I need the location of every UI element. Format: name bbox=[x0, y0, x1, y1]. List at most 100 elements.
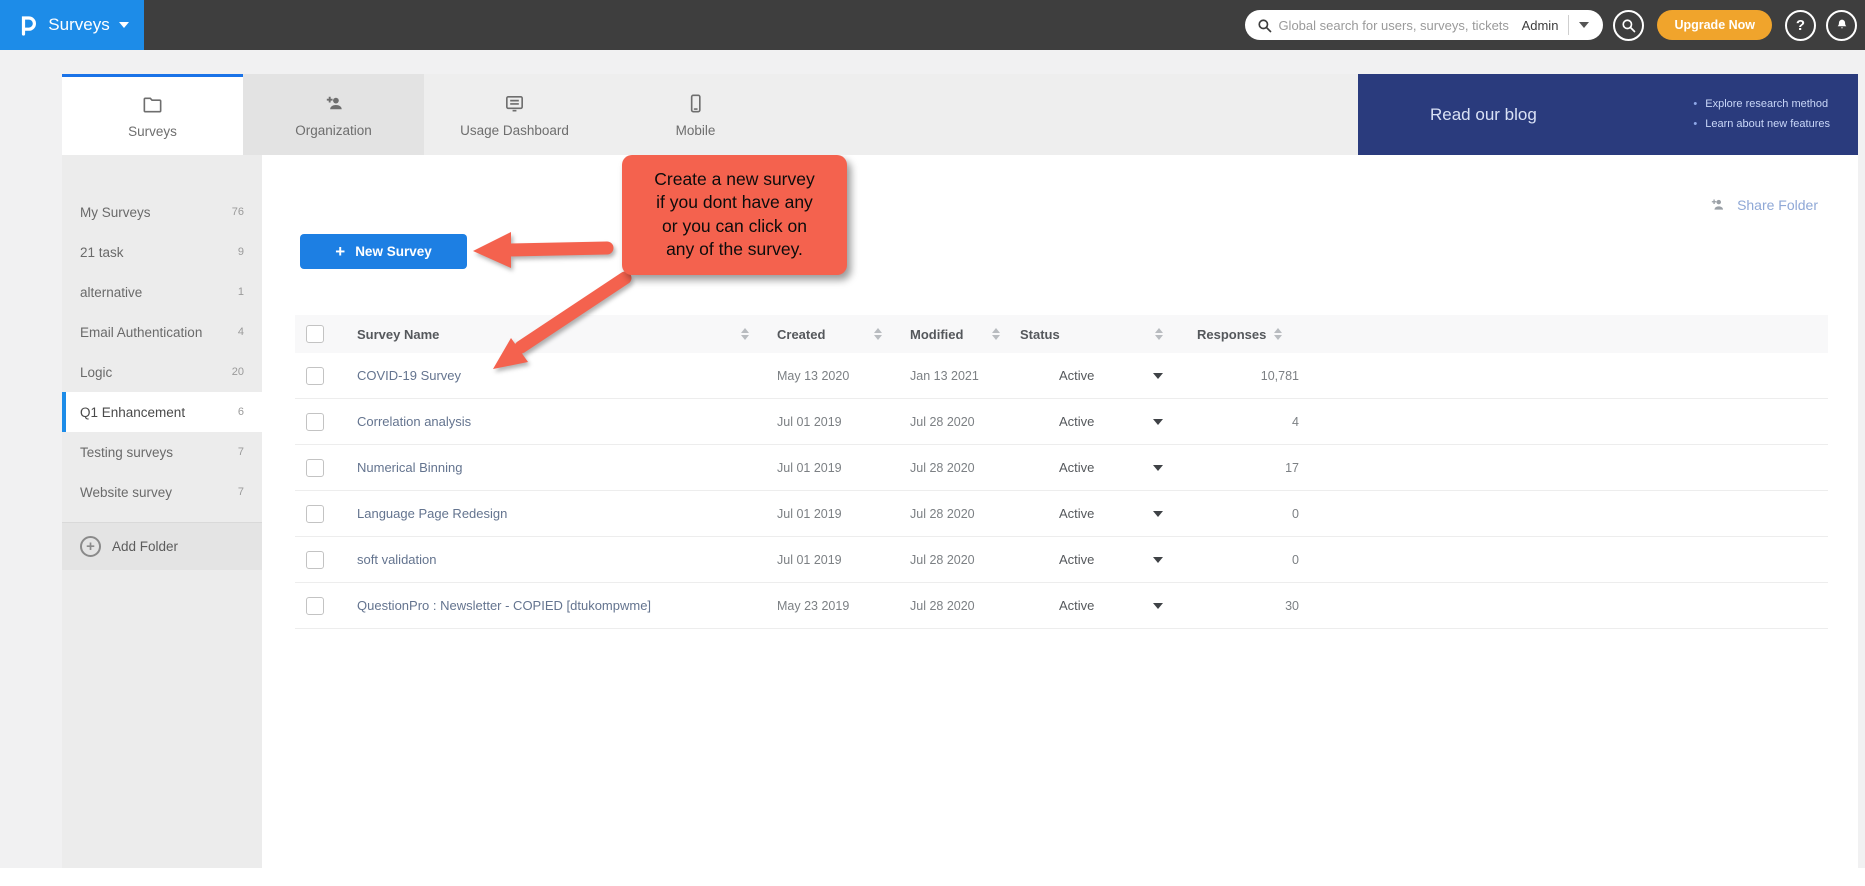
status-value: Active bbox=[1020, 460, 1094, 475]
sidebar-item-email-authentication[interactable]: Email Authentication 4 bbox=[62, 312, 262, 352]
upgrade-now-button[interactable]: Upgrade Now bbox=[1657, 10, 1772, 40]
survey-name-link[interactable]: Language Page Redesign bbox=[357, 506, 507, 521]
sort-icon[interactable] bbox=[1155, 328, 1163, 340]
blog-bullet-link[interactable]: Explore research method bbox=[1693, 95, 1830, 115]
column-label: Responses bbox=[1197, 327, 1266, 342]
notifications-button[interactable] bbox=[1826, 10, 1857, 41]
sidebar-item-testing-surveys[interactable]: Testing surveys 7 bbox=[62, 432, 262, 472]
add-people-icon bbox=[322, 92, 346, 115]
table-row[interactable]: Numerical Binning Jul 01 2019 Jul 28 202… bbox=[295, 445, 1828, 491]
share-folder-label: Share Folder bbox=[1737, 197, 1818, 213]
modified-date: Jan 13 2021 bbox=[910, 369, 979, 383]
tab-usage-dashboard[interactable]: Usage Dashboard bbox=[424, 74, 605, 155]
table-row[interactable]: QuestionPro : Newsletter - COPIED [dtuko… bbox=[295, 583, 1828, 629]
row-checkbox[interactable] bbox=[306, 505, 324, 523]
folder-count: 76 bbox=[232, 206, 244, 218]
folder-count: 20 bbox=[232, 366, 244, 378]
search-icon bbox=[1621, 18, 1636, 33]
status-value: Active bbox=[1020, 368, 1094, 383]
table-row[interactable]: Correlation analysis Jul 01 2019 Jul 28 … bbox=[295, 399, 1828, 445]
column-label: Status bbox=[1020, 327, 1060, 342]
responses-count: 30 bbox=[1197, 599, 1301, 613]
column-label: Survey Name bbox=[357, 327, 439, 342]
table-row[interactable]: soft validation Jul 01 2019 Jul 28 2020 … bbox=[295, 537, 1828, 583]
responses-count: 10,781 bbox=[1197, 369, 1301, 383]
sidebar-item-q1-enhancement[interactable]: Q1 Enhancement 6 bbox=[62, 392, 262, 432]
status-dropdown-icon[interactable] bbox=[1153, 373, 1163, 379]
sidebar-item-21-task[interactable]: 21 task 9 bbox=[62, 232, 262, 272]
responses-count: 17 bbox=[1197, 461, 1301, 475]
sidebar-item-logic[interactable]: Logic 20 bbox=[62, 352, 262, 392]
sidebar-item-alternative[interactable]: alternative 1 bbox=[62, 272, 262, 312]
search-button[interactable] bbox=[1613, 10, 1644, 41]
status-dropdown-icon[interactable] bbox=[1153, 465, 1163, 471]
plus-icon: + bbox=[335, 242, 345, 262]
survey-name-link[interactable]: COVID-19 Survey bbox=[357, 368, 461, 383]
add-folder-label: Add Folder bbox=[112, 539, 178, 554]
annotation-callout: Create a new survey if you dont have any… bbox=[622, 155, 847, 275]
app-window: Surveys Admin bbox=[0, 0, 1865, 886]
tab-label: Surveys bbox=[128, 124, 177, 139]
created-date: May 13 2020 bbox=[777, 369, 849, 383]
module-tabs: Surveys Organization Usage Dashboard M bbox=[62, 74, 1858, 155]
new-survey-label: New Survey bbox=[355, 244, 432, 259]
table-row[interactable]: COVID-19 Survey May 13 2020 Jan 13 2021 … bbox=[295, 353, 1828, 399]
header-modified: Modified bbox=[888, 327, 1006, 342]
folder-icon bbox=[141, 93, 164, 116]
created-date: Jul 01 2019 bbox=[777, 507, 842, 521]
survey-name-link[interactable]: Numerical Binning bbox=[357, 460, 463, 475]
modified-date: Jul 28 2020 bbox=[910, 553, 975, 567]
survey-name-link[interactable]: Correlation analysis bbox=[357, 414, 471, 429]
share-folder-button[interactable]: Share Folder bbox=[1707, 195, 1818, 215]
sidebar-item-my-surveys[interactable]: My Surveys 76 bbox=[62, 192, 262, 232]
table-header: Survey Name Created Modified Status bbox=[295, 315, 1828, 353]
sort-icon[interactable] bbox=[992, 328, 1000, 340]
search-input[interactable] bbox=[1272, 18, 1517, 33]
header-responses: Responses bbox=[1171, 327, 1301, 342]
status-dropdown-icon[interactable] bbox=[1153, 603, 1163, 609]
survey-name-link[interactable]: QuestionPro : Newsletter - COPIED [dtuko… bbox=[357, 598, 651, 613]
created-date: Jul 01 2019 bbox=[777, 553, 842, 567]
help-button[interactable]: ? bbox=[1785, 10, 1816, 41]
folder-label: Logic bbox=[80, 365, 112, 380]
product-switcher[interactable]: Surveys bbox=[0, 0, 144, 50]
table-row[interactable]: Language Page Redesign Jul 01 2019 Jul 2… bbox=[295, 491, 1828, 537]
row-checkbox[interactable] bbox=[306, 413, 324, 431]
survey-name-link[interactable]: soft validation bbox=[357, 552, 437, 567]
header-status: Status bbox=[1006, 327, 1171, 342]
sidebar-item-website-survey[interactable]: Website survey 7 bbox=[62, 472, 262, 512]
surveys-panel: Share Folder + New Survey Create a new s… bbox=[262, 155, 1858, 868]
sort-icon[interactable] bbox=[1274, 328, 1282, 340]
row-checkbox[interactable] bbox=[306, 367, 324, 385]
sort-icon[interactable] bbox=[874, 328, 882, 340]
bell-icon bbox=[1834, 17, 1850, 33]
blog-bullet-list: Explore research method Learn about new … bbox=[1693, 95, 1830, 135]
row-checkbox[interactable] bbox=[306, 459, 324, 477]
main-area: My Surveys 76 21 task 9 alternative 1 Em… bbox=[62, 155, 1858, 868]
column-label: Modified bbox=[910, 327, 963, 342]
status-dropdown-icon[interactable] bbox=[1153, 511, 1163, 517]
chevron-down-icon bbox=[1579, 22, 1589, 28]
share-person-icon bbox=[1707, 195, 1728, 215]
blog-banner-title[interactable]: Read our blog bbox=[1358, 105, 1537, 125]
created-date: Jul 01 2019 bbox=[777, 461, 842, 475]
header-survey-name: Survey Name bbox=[340, 327, 755, 342]
folder-label: Email Authentication bbox=[80, 325, 202, 340]
product-name: Surveys bbox=[48, 15, 109, 35]
sort-icon[interactable] bbox=[741, 328, 749, 340]
new-survey-button[interactable]: + New Survey bbox=[300, 234, 467, 269]
tab-mobile[interactable]: Mobile bbox=[605, 74, 786, 155]
row-checkbox[interactable] bbox=[306, 597, 324, 615]
search-scope-dropdown[interactable] bbox=[1569, 22, 1599, 28]
callout-text: any of the survey. bbox=[630, 238, 839, 261]
status-dropdown-icon[interactable] bbox=[1153, 419, 1163, 425]
tab-surveys[interactable]: Surveys bbox=[62, 74, 243, 155]
blog-banner: Read our blog Explore research method Le… bbox=[1358, 74, 1858, 155]
status-dropdown-icon[interactable] bbox=[1153, 557, 1163, 563]
tab-organization[interactable]: Organization bbox=[243, 74, 424, 155]
row-checkbox[interactable] bbox=[306, 551, 324, 569]
tab-label: Organization bbox=[295, 123, 372, 138]
add-folder-button[interactable]: + Add Folder bbox=[62, 522, 262, 570]
select-all-checkbox[interactable] bbox=[306, 325, 324, 343]
blog-bullet-link[interactable]: Learn about new features bbox=[1693, 115, 1830, 135]
